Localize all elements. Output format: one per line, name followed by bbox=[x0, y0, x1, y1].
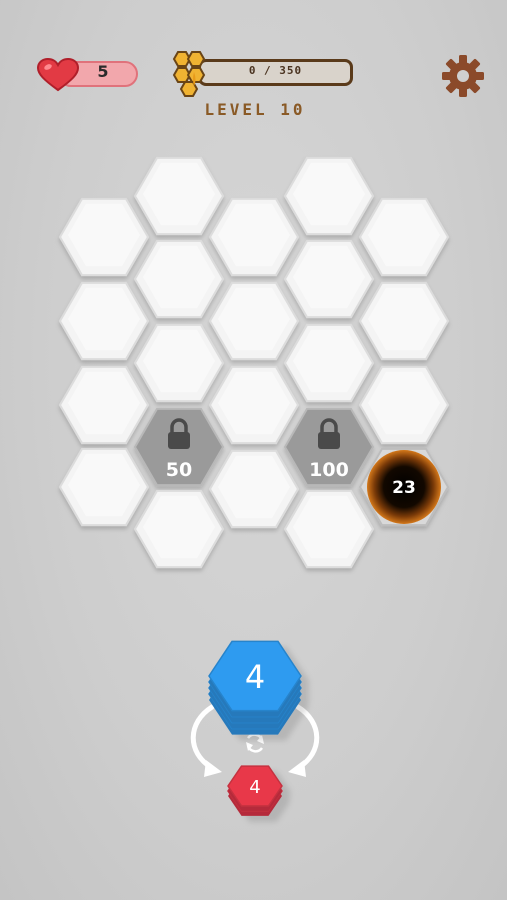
next-stack-value: 4 bbox=[249, 777, 260, 798]
stack-tray: 4 4 bbox=[190, 640, 320, 816]
main-stack-value: 4 bbox=[245, 658, 265, 696]
swap-icon[interactable] bbox=[246, 733, 264, 753]
